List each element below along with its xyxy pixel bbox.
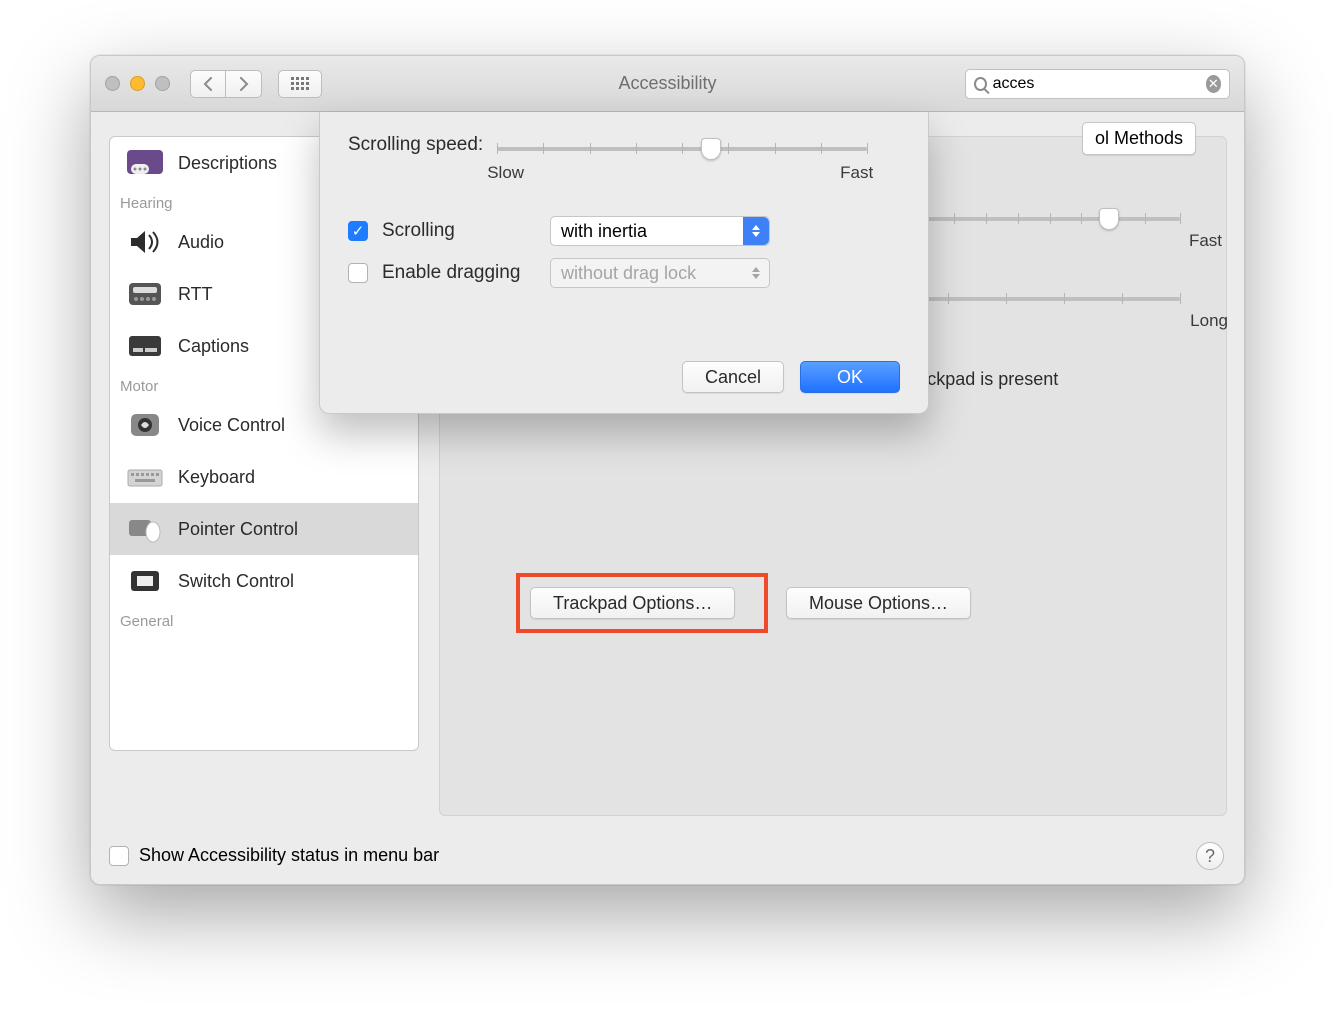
ok-button[interactable]: OK bbox=[800, 361, 900, 393]
search-input[interactable] bbox=[993, 75, 1200, 93]
sidebar-item-label: Voice Control bbox=[178, 415, 285, 436]
trackpad-options-button[interactable]: Trackpad Options… bbox=[530, 587, 735, 619]
window-controls bbox=[105, 76, 170, 91]
grid-icon bbox=[291, 77, 309, 90]
search-icon bbox=[974, 77, 987, 91]
sidebar-item-label: RTT bbox=[178, 284, 213, 305]
titlebar: Accessibility ✕ bbox=[91, 56, 1244, 112]
sidebar-item-keyboard[interactable]: Keyboard bbox=[110, 451, 418, 503]
captions-icon bbox=[124, 330, 166, 362]
slider-long-label: Long bbox=[1190, 311, 1228, 331]
bg-slider-2[interactable]: Long bbox=[890, 297, 1180, 301]
close-window-button[interactable] bbox=[105, 76, 120, 91]
mouse-options-button[interactable]: Mouse Options… bbox=[786, 587, 971, 619]
sidebar-item-label: Audio bbox=[178, 232, 224, 253]
accessibility-window: Accessibility ✕ Descriptions Hearing Aud… bbox=[90, 55, 1245, 885]
dragging-mode-value: without drag lock bbox=[561, 263, 696, 284]
scrolling-speed-knob[interactable] bbox=[701, 138, 721, 160]
search-field[interactable]: ✕ bbox=[965, 69, 1230, 99]
speaker-icon bbox=[124, 226, 166, 258]
sidebar-section-general: General bbox=[110, 607, 418, 634]
footer-show-status[interactable]: Show Accessibility status in menu bar bbox=[109, 844, 439, 866]
show-status-checkbox[interactable] bbox=[109, 846, 129, 866]
switch-control-icon bbox=[124, 565, 166, 597]
sidebar-item-label: Keyboard bbox=[178, 467, 255, 488]
sidebar-item-label: Pointer Control bbox=[178, 519, 298, 540]
chevron-updown-icon bbox=[743, 217, 769, 245]
descriptions-icon bbox=[124, 147, 166, 179]
scrolling-mode-value: with inertia bbox=[561, 221, 647, 242]
scrolling-speed-label: Scrolling speed: bbox=[348, 134, 483, 156]
fast-label: Fast bbox=[840, 163, 873, 183]
pointer-control-icon bbox=[124, 513, 166, 545]
rtt-icon bbox=[124, 278, 166, 310]
show-all-button[interactable] bbox=[278, 70, 322, 98]
enable-dragging-label: Enable dragging bbox=[382, 262, 520, 284]
scrolling-mode-select[interactable]: with inertia bbox=[550, 216, 770, 246]
minimize-window-button[interactable] bbox=[130, 76, 145, 91]
slider-fast-label: Fast bbox=[1189, 231, 1222, 251]
bg-slider-1[interactable]: Fast bbox=[890, 217, 1180, 221]
forward-button[interactable] bbox=[226, 70, 262, 98]
help-button[interactable]: ? bbox=[1196, 842, 1224, 870]
nav-buttons bbox=[190, 70, 262, 98]
voice-control-icon bbox=[124, 409, 166, 441]
clear-search-button[interactable]: ✕ bbox=[1206, 75, 1221, 93]
trackpad-options-sheet: Scrolling speed: Slow Fast bbox=[319, 112, 929, 414]
sidebar-item-switch-control[interactable]: Switch Control bbox=[110, 555, 418, 607]
sidebar-item-label: Captions bbox=[178, 336, 249, 357]
cancel-button[interactable]: Cancel bbox=[682, 361, 784, 393]
dragging-mode-select: without drag lock bbox=[550, 258, 770, 288]
sidebar-item-label: Switch Control bbox=[178, 571, 294, 592]
zoom-window-button[interactable] bbox=[155, 76, 170, 91]
keyboard-icon bbox=[124, 461, 166, 493]
scrolling-speed-slider[interactable]: Slow Fast bbox=[497, 147, 867, 151]
scrolling-label: Scrolling bbox=[382, 220, 455, 242]
sidebar-item-pointer-control[interactable]: Pointer Control bbox=[110, 503, 418, 555]
back-button[interactable] bbox=[190, 70, 226, 98]
chevron-updown-icon bbox=[743, 259, 769, 287]
scrolling-checkbox[interactable]: ✓ bbox=[348, 221, 368, 241]
enable-dragging-checkbox[interactable] bbox=[348, 263, 368, 283]
show-status-label: Show Accessibility status in menu bar bbox=[139, 845, 439, 866]
slow-label: Slow bbox=[487, 163, 524, 183]
tab-control-methods[interactable]: ol Methods bbox=[1082, 122, 1196, 155]
sidebar-item-label: Descriptions bbox=[178, 153, 277, 174]
